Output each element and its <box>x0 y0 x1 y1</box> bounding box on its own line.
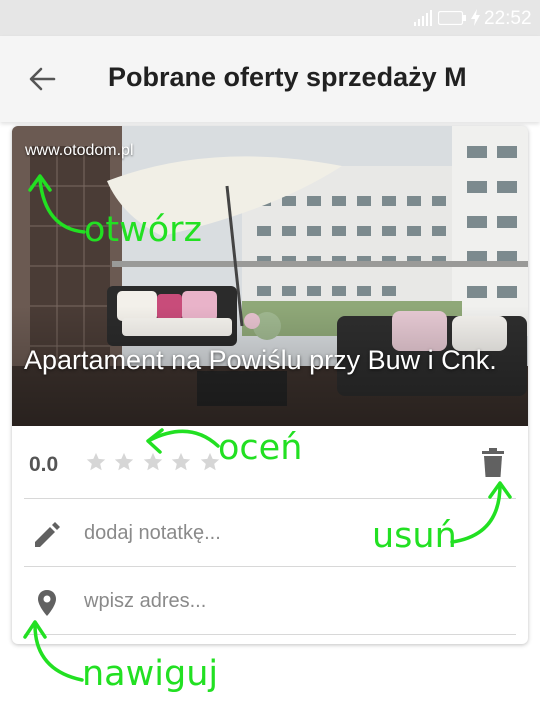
battery-icon <box>438 11 466 25</box>
location-pin-icon[interactable] <box>32 588 62 618</box>
annotation-delete: usuń <box>372 516 457 556</box>
listing-title: Apartament na Powiślu przy Buw i Cnk. <box>24 345 497 375</box>
address-input[interactable] <box>84 586 484 616</box>
app-bar: Pobrane oferty sprzedaży M <box>0 36 540 122</box>
pencil-icon <box>35 522 60 547</box>
offer-photo[interactable]: www.otodom.pl Apartament na Powiślu przy… <box>12 126 528 426</box>
star-icon[interactable] <box>113 451 135 473</box>
annotation-rate: oceń <box>218 428 303 468</box>
divider <box>24 498 516 499</box>
balcony-photo <box>12 126 528 426</box>
address-row <box>12 568 528 634</box>
page-title: Pobrane oferty sprzedaży M <box>108 62 467 92</box>
star-icon[interactable] <box>85 451 107 473</box>
trash-icon[interactable] <box>480 448 506 478</box>
star-icon[interactable] <box>142 451 164 473</box>
status-bar: 22:52 <box>0 0 540 36</box>
divider <box>24 634 516 635</box>
rating-value: 0.0 <box>29 453 59 476</box>
charging-icon <box>471 9 480 26</box>
annotation-open: otwórz <box>84 210 202 250</box>
signal-icon <box>414 10 432 26</box>
divider <box>24 566 516 567</box>
status-time: 22:52 <box>484 8 532 29</box>
star-rating[interactable] <box>85 451 223 475</box>
annotation-navigate: nawiguj <box>82 654 219 694</box>
offer-card: www.otodom.pl Apartament na Powiślu przy… <box>12 126 528 644</box>
star-icon[interactable] <box>170 451 192 473</box>
source-url[interactable]: www.otodom.pl <box>25 142 134 160</box>
back-arrow-icon[interactable] <box>28 65 56 93</box>
